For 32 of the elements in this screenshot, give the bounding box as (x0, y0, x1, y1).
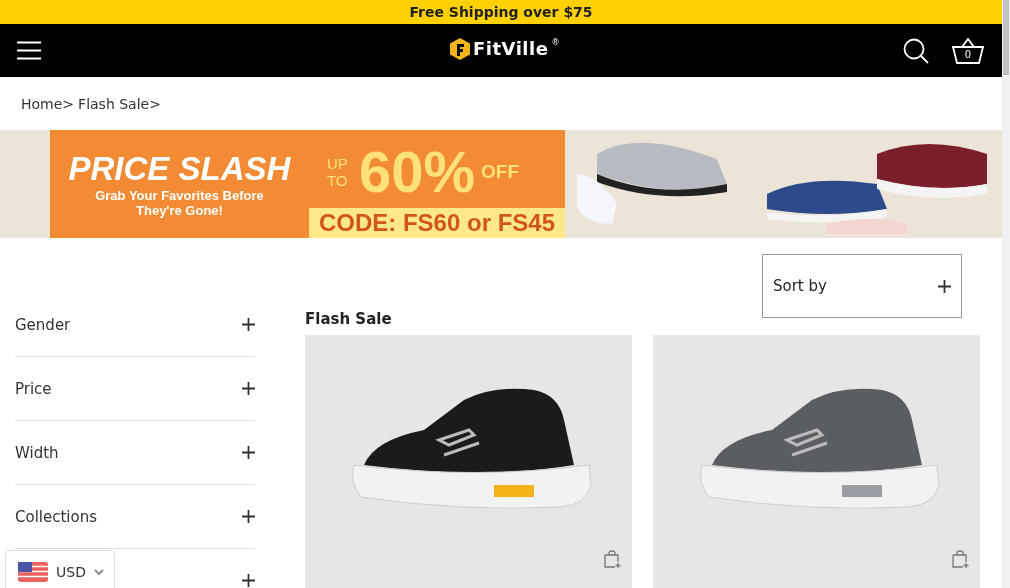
plus-icon[interactable] (242, 318, 255, 331)
registered-mark: ® (551, 38, 560, 48)
plus-icon[interactable] (242, 510, 255, 523)
add-to-cart-icon[interactable] (952, 550, 970, 568)
filter-label[interactable]: Gender (15, 315, 71, 334)
plus-icon[interactable] (242, 574, 255, 587)
logo-text[interactable]: FitVille (473, 38, 549, 60)
filter-label[interactable]: Collections (15, 507, 97, 526)
plus-icon[interactable] (242, 382, 255, 395)
product-card[interactable] (305, 335, 632, 588)
filter-label[interactable]: Price (15, 379, 52, 398)
promo-subline: Grab Your Favorites Before They're Gone! (94, 188, 265, 218)
collection-title: Flash Sale (305, 310, 392, 328)
sort-dropdown[interactable]: Sort by (762, 254, 962, 318)
announcement-text: Free Shipping over $75 (409, 4, 593, 20)
search-icon[interactable] (903, 37, 929, 64)
breadcrumb-link[interactable]: Home> (21, 95, 75, 112)
currency-selector[interactable]: USD (5, 550, 115, 588)
promo-code: CODE: FS60 or FS45 (308, 208, 565, 238)
menu-icon[interactable] (17, 41, 41, 60)
promo-off: OFF (481, 161, 520, 183)
chevron-down-icon (93, 568, 104, 576)
filter-label[interactable]: Width (15, 443, 59, 462)
promo-up-to: UP TO (326, 155, 349, 189)
flag-icon (18, 562, 48, 582)
breadcrumb-link[interactable]: Flash Sale> (78, 95, 161, 112)
logo-icon[interactable] (450, 38, 470, 60)
promo-headline: PRICE SLASH (68, 150, 291, 188)
plus-icon[interactable] (242, 446, 255, 459)
add-to-cart-icon[interactable] (604, 550, 622, 568)
scrollbar-thumb[interactable] (1003, 0, 1009, 75)
promo-percent: 60% (358, 138, 476, 206)
